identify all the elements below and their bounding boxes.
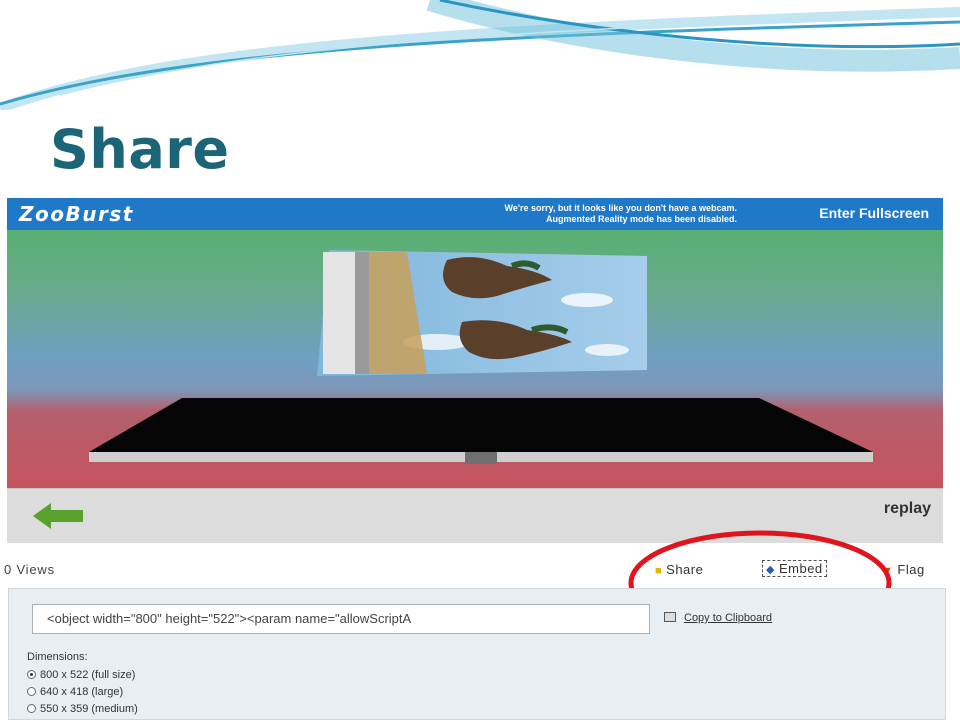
share-label: Share <box>666 562 704 577</box>
zooburst-player: ZooBurst We're sorry, but it looks like … <box>7 198 943 543</box>
radio-icon[interactable] <box>27 704 36 713</box>
dimensions-label: Dimensions: <box>27 651 88 663</box>
slide-title: Share <box>50 118 230 181</box>
header-swoosh <box>0 0 960 110</box>
dimension-option-full[interactable]: 800 x 522 (full size) <box>27 669 135 681</box>
book-stage-scene <box>89 250 873 464</box>
flag-label: Flag <box>897 562 925 577</box>
share-link[interactable]: ■ Share <box>655 562 703 577</box>
embed-panel: <object width="800" height="522"><param … <box>8 588 946 720</box>
clipboard-icon <box>664 612 676 622</box>
player-control-bar: replay <box>7 488 943 543</box>
dimension-option-label: 800 x 522 (full size) <box>40 669 136 681</box>
radio-selected-icon[interactable] <box>27 670 36 679</box>
book-stage <box>7 230 943 488</box>
dimension-option-label: 640 x 418 (large) <box>40 686 124 698</box>
radio-icon[interactable] <box>27 687 36 696</box>
dimension-option-label: 550 x 359 (medium) <box>40 703 138 715</box>
view-count: 0 Views <box>4 562 55 577</box>
webcam-message-line1: We're sorry, but it looks like you don't… <box>504 203 737 213</box>
copy-label: Copy to Clipboard <box>684 612 773 624</box>
copy-to-clipboard-link[interactable]: Copy to Clipboard <box>664 612 772 624</box>
embed-code-field[interactable]: <object width="800" height="522"><param … <box>32 604 650 634</box>
flag-link[interactable]: ▼ Flag <box>882 562 925 577</box>
embed-label: Embed <box>778 561 823 576</box>
dimension-option-medium[interactable]: 550 x 359 (medium) <box>27 703 138 715</box>
player-header-bar: ZooBurst We're sorry, but it looks like … <box>7 198 943 230</box>
embed-link[interactable]: ◆ Embed <box>762 560 827 577</box>
embed-icon: ◆ <box>766 564 775 576</box>
replay-button[interactable]: replay <box>884 500 931 518</box>
duck-photo-page <box>317 250 647 376</box>
webcam-message: We're sorry, but it looks like you don't… <box>317 203 737 225</box>
flag-icon: ▼ <box>882 565 894 577</box>
enter-fullscreen-button[interactable]: Enter Fullscreen <box>819 205 929 221</box>
open-book-base <box>89 398 873 464</box>
dimension-option-large[interactable]: 640 x 418 (large) <box>27 686 123 698</box>
webcam-message-line2: Augmented Reality mode has been disabled… <box>545 214 737 224</box>
back-arrow-icon[interactable] <box>33 503 83 529</box>
share-icon: ■ <box>655 565 663 577</box>
zooburst-logo: ZooBurst <box>19 202 134 226</box>
